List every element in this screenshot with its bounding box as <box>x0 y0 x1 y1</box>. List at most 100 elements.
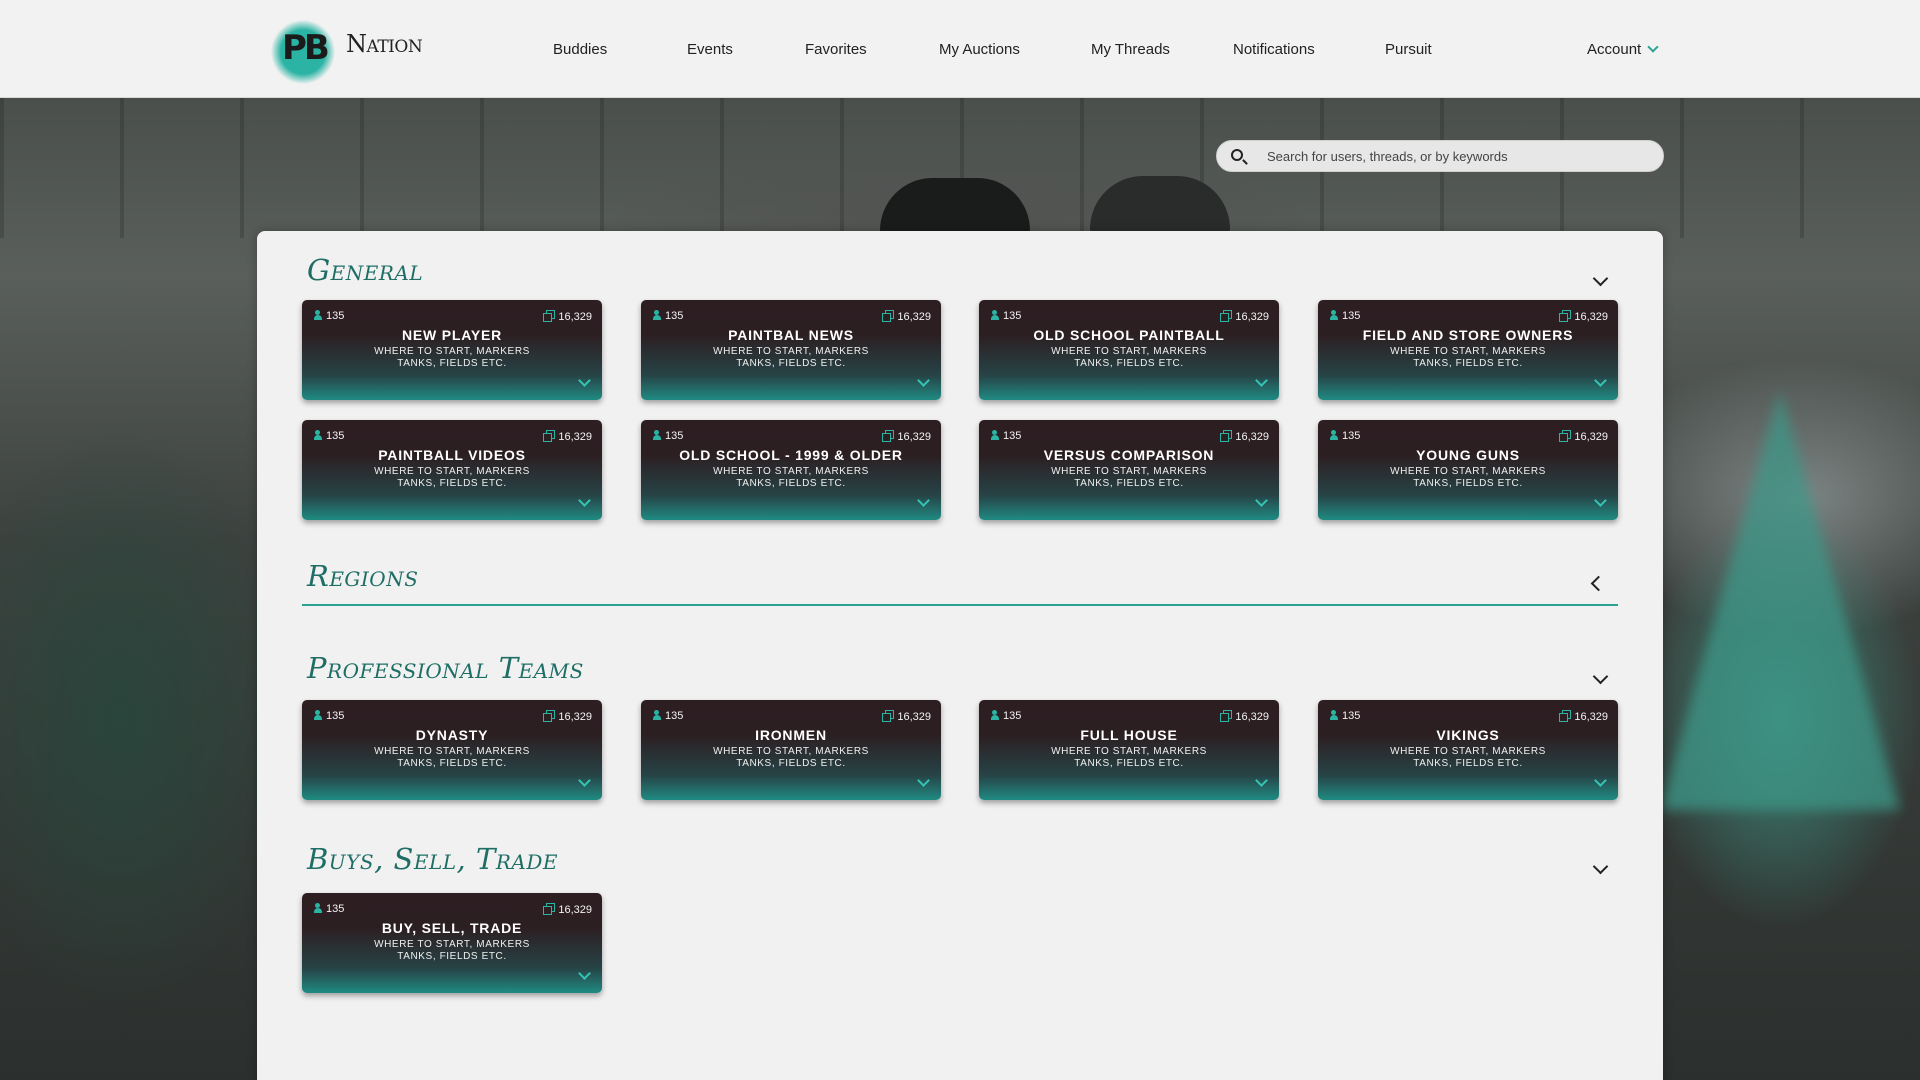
nav-favorites[interactable]: Favorites <box>805 41 867 58</box>
card-description: WHERE TO START, MARKERS TANKS, FIELDS ET… <box>713 466 869 489</box>
main-nav: Buddies Events Favorites My Auctions My … <box>520 0 1670 98</box>
professional-teams-collapse-chevron-icon[interactable] <box>1594 673 1606 685</box>
user-count-value: 135 <box>326 903 345 915</box>
chevron-down-icon[interactable] <box>578 498 590 508</box>
forum-card[interactable]: 135 16,329 FIELD AND STORE OWNERS WHERE TO … <box>1318 300 1618 400</box>
logo-pb-text: PB <box>282 28 330 68</box>
card-description: WHERE TO START, MARKERS TANKS, FIELDS ET… <box>1390 466 1546 489</box>
posts-icon <box>543 710 556 722</box>
chevron-down-icon[interactable] <box>917 378 929 388</box>
card-post-count: 16,329 <box>882 709 931 723</box>
card-post-count: 16,329 <box>882 429 931 443</box>
card-description: WHERE TO START, MARKERS TANKS, FIELDS ET… <box>1051 466 1207 489</box>
card-post-count: 16,329 <box>1220 309 1269 323</box>
posts-icon <box>1559 430 1572 442</box>
posts-icon <box>543 430 556 442</box>
posts-icon <box>882 430 895 442</box>
nav-events[interactable]: Events <box>687 41 733 58</box>
forum-card[interactable]: 135 16,329 BUY, SELL, TRADE WHERE TO START,… <box>302 893 602 993</box>
search-bar[interactable] <box>1216 140 1664 172</box>
user-count-value: 135 <box>326 430 345 442</box>
search-icon[interactable] <box>1231 149 1243 161</box>
chevron-down-icon[interactable] <box>917 498 929 508</box>
background-player <box>880 178 1030 238</box>
forum-card[interactable]: 135 16,329 NEW PLAYER WHERE TO START, MARKE… <box>302 300 602 400</box>
posts-icon <box>1220 430 1233 442</box>
card-post-count: 16,329 <box>1220 709 1269 723</box>
card-user-count: 135 <box>991 429 1021 442</box>
user-icon <box>991 710 999 720</box>
user-count-value: 135 <box>665 310 684 322</box>
card-description: WHERE TO START, MARKERS TANKS, FIELDS ET… <box>374 746 530 769</box>
post-count-value: 16,329 <box>558 431 592 443</box>
user-count-value: 135 <box>1342 430 1361 442</box>
section-title-general: General <box>307 253 424 287</box>
chevron-down-icon[interactable] <box>917 778 929 788</box>
forum-card[interactable]: 135 16,329 IRONMEN WHERE TO START, MARKERS … <box>641 700 941 800</box>
general-collapse-chevron-icon[interactable] <box>1594 275 1606 287</box>
chevron-down-icon[interactable] <box>1255 778 1267 788</box>
chevron-down-icon[interactable] <box>1255 378 1267 388</box>
chevron-down-icon[interactable] <box>1594 378 1606 388</box>
forum-card[interactable]: 135 16,329 FULL HOUSE WHERE TO START, MARKE… <box>979 700 1279 800</box>
forum-card[interactable]: 135 16,329 OLD SCHOOL PAINTBALL WHERE TO ST… <box>979 300 1279 400</box>
forum-card[interactable]: 135 16,329 VIKINGS WHERE TO START, MARKERS … <box>1318 700 1618 800</box>
regions-divider <box>302 604 1618 606</box>
account-menu[interactable]: Account <box>1587 41 1659 58</box>
user-icon <box>653 310 661 320</box>
card-post-count: 16,329 <box>882 309 931 323</box>
forum-card[interactable]: 135 16,329 PAINTBALL VIDEOS WHERE TO START,… <box>302 420 602 520</box>
chevron-down-icon[interactable] <box>1594 498 1606 508</box>
user-count-value: 135 <box>326 310 345 322</box>
nav-pursuit[interactable]: Pursuit <box>1385 41 1432 58</box>
post-count-value: 16,329 <box>1574 311 1608 323</box>
user-icon <box>314 310 322 320</box>
user-icon <box>991 430 999 440</box>
chevron-down-icon[interactable] <box>578 378 590 388</box>
user-count-value: 135 <box>326 710 345 722</box>
card-user-count: 135 <box>1330 309 1360 322</box>
forum-card[interactable]: 135 16,329 DYNASTY WHERE TO START, MARKERS … <box>302 700 602 800</box>
nav-my-auctions[interactable]: My Auctions <box>939 41 1020 58</box>
post-count-value: 16,329 <box>558 711 592 723</box>
nav-my-threads[interactable]: My Threads <box>1091 41 1170 58</box>
buy-sell-trade-collapse-chevron-icon[interactable] <box>1594 863 1606 875</box>
user-count-value: 135 <box>1003 430 1022 442</box>
chevron-down-icon <box>1647 41 1659 53</box>
card-user-count: 135 <box>314 429 344 442</box>
card-description: WHERE TO START, MARKERS TANKS, FIELDS ET… <box>1390 746 1546 769</box>
post-count-value: 16,329 <box>1574 431 1608 443</box>
chevron-down-icon[interactable] <box>1594 778 1606 788</box>
search-input[interactable] <box>1267 141 1647 171</box>
post-count-value: 16,329 <box>1235 711 1269 723</box>
card-description: WHERE TO START, MARKERS TANKS, FIELDS ET… <box>374 466 530 489</box>
card-post-count: 16,329 <box>543 709 592 723</box>
card-description: WHERE TO START, MARKERS TANKS, FIELDS ET… <box>1390 346 1546 369</box>
pbnation-logo[interactable]: PB Nation <box>268 14 428 90</box>
posts-icon <box>882 710 895 722</box>
section-title-regions: Regions <box>307 559 419 593</box>
user-icon <box>314 903 322 913</box>
chevron-down-icon[interactable] <box>578 778 590 788</box>
user-icon <box>653 710 661 720</box>
card-user-count: 135 <box>314 309 344 322</box>
forum-card[interactable]: 135 16,329 PAINTBAL NEWS WHERE TO START, MA… <box>641 300 941 400</box>
post-count-value: 16,329 <box>897 431 931 443</box>
forum-card[interactable]: 135 16,329 VERSUS COMPARISON WHERE TO START… <box>979 420 1279 520</box>
post-count-value: 16,329 <box>558 904 592 916</box>
forum-card[interactable]: 135 16,329 YOUNG GUNS WHERE TO START, MARKE… <box>1318 420 1618 520</box>
nav-buddies[interactable]: Buddies <box>553 41 607 58</box>
nav-notifications[interactable]: Notifications <box>1233 41 1315 58</box>
logo-nation-text: Nation <box>346 30 423 58</box>
card-post-count: 16,329 <box>1559 309 1608 323</box>
chevron-down-icon[interactable] <box>578 971 590 981</box>
chevron-down-icon[interactable] <box>1255 498 1267 508</box>
card-title: DYNASTY <box>415 727 489 743</box>
card-user-count: 135 <box>653 309 683 322</box>
card-title: IRONMEN <box>755 727 827 743</box>
regions-expand-chevron-icon[interactable] <box>1590 578 1602 590</box>
forum-card[interactable]: 135 16,329 OLD SCHOOL - 1999 & OLDER WHERE … <box>641 420 941 520</box>
user-icon <box>1330 430 1338 440</box>
card-post-count: 16,329 <box>543 902 592 916</box>
card-title: NEW PLAYER <box>401 327 503 343</box>
